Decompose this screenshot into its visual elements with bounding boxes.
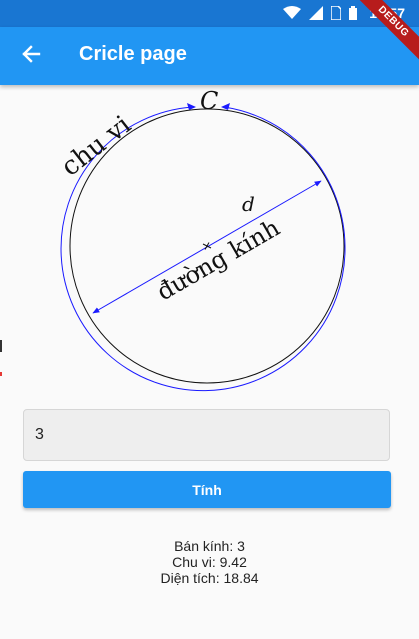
diameter-symbol: d	[242, 192, 255, 216]
arrow-left-icon	[21, 44, 41, 69]
edge-mark	[0, 340, 2, 352]
wifi-icon	[283, 6, 301, 20]
area-result: Diện tích: 18.84	[160, 570, 259, 586]
circumference-label: chu vi	[56, 110, 137, 182]
arrow-head-left	[187, 103, 196, 110]
circle-diagram-svg: chu vi C d đường kính	[56, 87, 346, 392]
diameter-label: đường kính	[152, 214, 285, 307]
status-bar: 12:57	[0, 0, 419, 27]
circumference-arc-right	[223, 106, 346, 247]
radius-result: Bán kính: 3	[174, 538, 245, 554]
page-title: Cricle page	[79, 43, 187, 65]
battery-icon	[349, 6, 357, 20]
results-panel: Bán kính: 3 Chu vi: 9.42 Diện tích: 18.8…	[0, 538, 419, 586]
radius-input[interactable]	[35, 426, 365, 444]
sim-icon	[331, 6, 341, 20]
back-button[interactable]	[14, 39, 48, 73]
circumference-result: Chu vi: 9.42	[172, 554, 247, 570]
status-icons	[283, 6, 357, 20]
circle-diagram: chu vi C d đường kính	[0, 85, 419, 395]
edge-mark-red	[0, 372, 2, 376]
signal-icon	[309, 6, 323, 20]
app-bar: Cricle page	[0, 27, 419, 85]
radius-input-field[interactable]	[23, 409, 390, 461]
circumference-symbol: C	[200, 87, 218, 115]
calculate-button[interactable]: Tính	[23, 471, 391, 508]
arrow-head-right	[221, 103, 230, 110]
